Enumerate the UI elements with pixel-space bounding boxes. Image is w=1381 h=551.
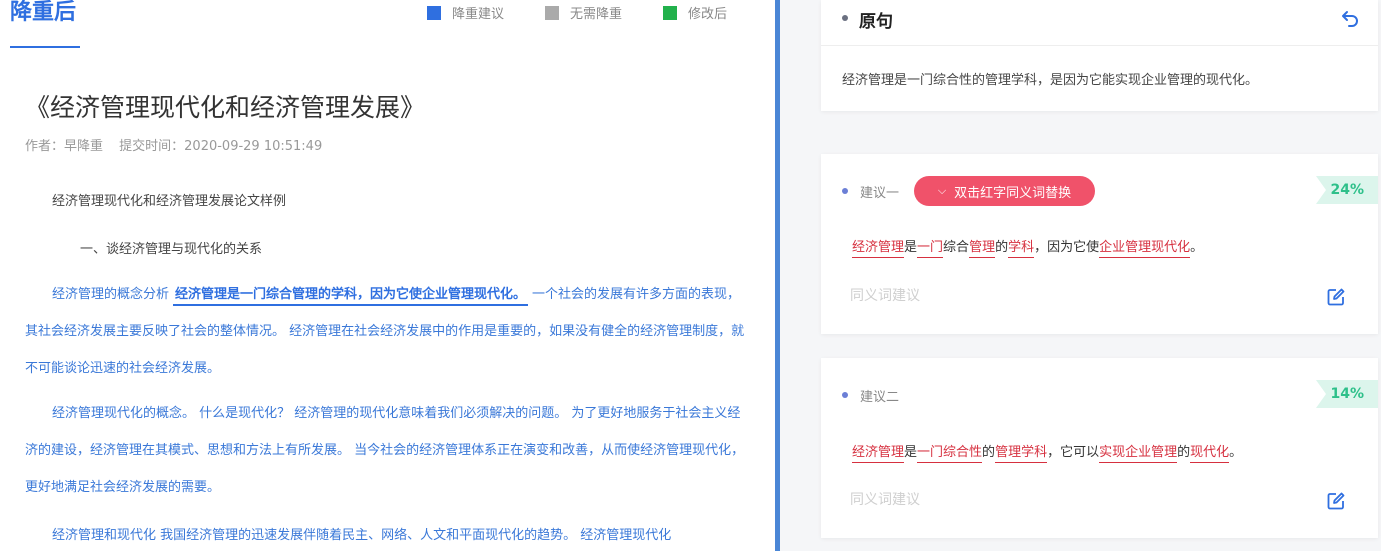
edit-icon[interactable] — [1326, 287, 1346, 307]
suggestion-fragment: 。 — [1229, 445, 1243, 460]
document-title: 《经济管理现代化和经济管理发展》 — [25, 93, 426, 122]
document-meta: 作者：早降重 提交时间：2020-09-29 10:51:49 — [25, 135, 334, 154]
doc-line: 经济管理现代化和经济管理发展论文样例 — [52, 194, 287, 209]
replaceable-word[interactable]: 经济管理 — [852, 240, 905, 258]
suggestion-fragment: 的 — [1177, 445, 1191, 460]
bullet-dot — [842, 392, 848, 398]
synonym-suggestion-placeholder: 同义词建议 — [850, 288, 920, 304]
paragraph: 经济管理现代化的概念。 什么是现代化？ 经济管理的现代化意味着我们必须解决的问题… — [25, 406, 745, 495]
replaceable-word[interactable]: 一门 — [917, 240, 944, 258]
replaceable-word[interactable]: 现代化 — [1190, 445, 1230, 463]
title-underline — [10, 46, 80, 48]
suggestion-fragment: 是 — [904, 445, 918, 460]
similarity-badge: 24% — [1316, 176, 1378, 204]
suggestion-fragment: ，因为它使 — [1034, 240, 1100, 255]
submit-time: 提交时间：2020-09-29 10:51:49 — [119, 139, 323, 154]
suggestion-fragment: 的 — [995, 240, 1009, 255]
paragraph: 经济管理和现代化 我国经济管理的迅速发展伴随着民主、网络、人文和平面现代化的趋势… — [52, 528, 672, 543]
pill-label: 双击红字同义词替换 — [954, 185, 1072, 201]
undo-icon[interactable] — [1340, 8, 1360, 28]
suggestion-fragment: ，它可以 — [1047, 445, 1100, 460]
page-title: 降重后 — [10, 0, 77, 25]
legend-label: 降重建议 — [452, 7, 505, 22]
suggestion-label: 建议二 — [860, 390, 900, 405]
replaceable-word[interactable]: 实现企业管理 — [1099, 445, 1178, 463]
replaceable-word[interactable]: 经济管理 — [852, 445, 905, 463]
replaceable-word[interactable]: 学科 — [1008, 240, 1035, 258]
legend-label: 无需降重 — [570, 7, 623, 22]
replaceable-word[interactable]: 管理 — [969, 240, 996, 258]
suggestion-fragment: 的 — [982, 445, 996, 460]
suggestion-text[interactable]: 经济管理是一门综合管理的学科，因为它使企业管理现代化。 — [852, 236, 1204, 258]
document-pane: 降重后 降重建议 无需降重 修改后 《经济管理现代化和经济管理发展》 作者：早降… — [0, 0, 775, 551]
suggestion-card-1: 建议一 ⌵ 双击红字同义词替换 24% 经济管理是一门综合管理的学科，因为它使企… — [821, 154, 1378, 334]
highlighted-sentence[interactable]: 经济管理是一门综合管理的学科，因为它使企业管理现代化。 — [173, 287, 529, 306]
legend-item-none: 无需降重 — [545, 3, 622, 22]
author: 作者：早降重 — [25, 139, 104, 154]
suggestion-pane: 原句 经济管理是一门综合性的管理学科，是因为它能实现企业管理的现代化。 建议一 … — [780, 0, 1381, 551]
paragraph: 经济管理的概念分析 经济管理是一门综合管理的学科，因为它使企业管理现代化。 一个社会… — [25, 276, 745, 387]
chevron-down-icon: ⌵ — [937, 184, 947, 197]
bullet-dot — [842, 188, 848, 194]
legend-swatch-green — [663, 5, 677, 20]
suggestion-fragment: 是 — [904, 240, 918, 255]
suggestion-fragment: 综合 — [943, 240, 970, 255]
replaceable-word[interactable]: 企业管理现代化 — [1099, 240, 1191, 258]
legend-item-suggest: 降重建议 — [427, 3, 504, 22]
bullet-dot — [842, 15, 848, 21]
legend-label: 修改后 — [688, 7, 728, 22]
suggestion-label: 建议一 — [860, 186, 900, 201]
similarity-badge: 14% — [1316, 380, 1378, 408]
replaceable-word[interactable]: 一门综合性 — [917, 445, 983, 463]
doc-heading: 一、谈经济管理与现代化的关系 — [80, 242, 263, 257]
suggestion-fragment: 。 — [1190, 240, 1204, 255]
synonym-replace-button[interactable]: ⌵ 双击红字同义词替换 — [914, 176, 1095, 206]
legend-swatch-blue — [427, 5, 441, 20]
original-title: 原句 — [859, 12, 893, 32]
original-text: 经济管理是一门综合性的管理学科，是因为它能实现企业管理的现代化。 — [842, 73, 1259, 88]
edit-icon[interactable] — [1326, 491, 1346, 511]
replaceable-word[interactable]: 管理学科 — [995, 445, 1048, 463]
suggestion-text[interactable]: 经济管理是一门综合性的管理学科，它可以实现企业管理的现代化。 — [852, 441, 1243, 463]
legend-item-modified: 修改后 — [663, 3, 727, 22]
suggestion-card-2: 建议二 14% 经济管理是一门综合性的管理学科，它可以实现企业管理的现代化。 同… — [821, 358, 1378, 538]
para-text: 经济管理的概念分析 — [52, 287, 170, 302]
synonym-suggestion-placeholder: 同义词建议 — [850, 492, 920, 508]
legend-swatch-gray — [545, 5, 559, 20]
original-sentence-card: 原句 经济管理是一门综合性的管理学科，是因为它能实现企业管理的现代化。 — [821, 0, 1378, 111]
